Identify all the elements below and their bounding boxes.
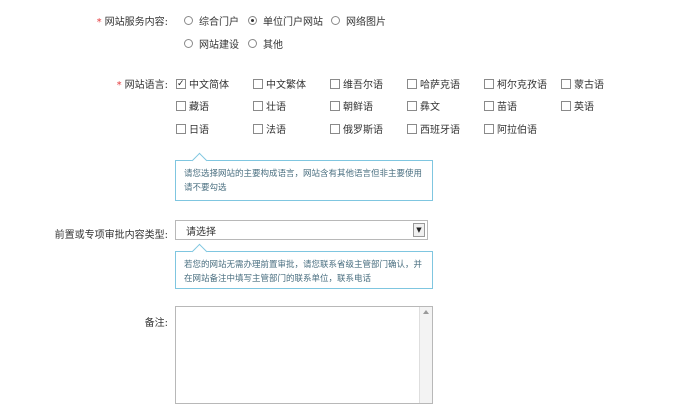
radio-circle-icon <box>331 16 340 25</box>
checkbox-language-9[interactable]: 彝文 <box>407 98 440 113</box>
radio-service-3[interactable]: 网站建设 <box>184 36 239 51</box>
tip-text-line: 请您选择网站的主要构成语言，网站含有其他语言但非主要使用 <box>184 169 423 179</box>
tip-text-line: 在网站备注中填写主管部门的联系单位，联系电话 <box>184 274 372 284</box>
language-label: * 网站语言: <box>116 80 168 91</box>
checkbox-language-11[interactable]: 英语 <box>561 98 594 113</box>
checkbox-language-6[interactable]: 藏语 <box>176 98 209 113</box>
remark-scrollbar[interactable] <box>419 307 432 403</box>
radio-selected-icon <box>248 16 257 25</box>
radio-circle-icon <box>248 39 257 48</box>
radio-service-1[interactable]: 单位门户网站 <box>248 13 323 28</box>
required-mark: * <box>116 80 122 91</box>
radio-service-4[interactable]: 其他 <box>248 36 283 51</box>
checkbox-icon <box>253 78 263 89</box>
language-tip: 请您选择网站的主要构成语言，网站含有其他语言但非主要使用 请不要勾选 <box>175 152 433 201</box>
service-label: * 网站服务内容: <box>96 17 168 28</box>
approval-tip: 若您的网站无需办理前置审批，请您联系省级主管部门确认，并 在网站备注中填写主管部… <box>175 243 433 289</box>
radio-circle-icon <box>184 16 193 25</box>
radio-circle-icon <box>184 39 193 48</box>
radio-service-2[interactable]: 网络图片 <box>331 13 386 28</box>
checkbox-icon <box>330 123 340 134</box>
tip-arrow-icon <box>191 243 208 260</box>
checkbox-icon <box>484 78 494 89</box>
approval-label: 前置或专项审批内容类型: <box>54 230 168 241</box>
checkbox-icon <box>407 123 417 134</box>
checkbox-language-16[interactable]: 阿拉伯语 <box>484 121 537 136</box>
checkbox-icon <box>407 78 417 89</box>
checkbox-language-7[interactable]: 壮语 <box>253 98 286 113</box>
checkbox-checked-icon <box>176 78 186 89</box>
remark-textarea[interactable] <box>175 306 433 404</box>
checkbox-icon <box>253 100 263 111</box>
remark-label: 备注: <box>144 318 168 329</box>
checkbox-icon <box>561 100 571 111</box>
tip-text-line: 请不要勾选 <box>184 183 227 193</box>
checkbox-language-3[interactable]: 哈萨克语 <box>407 76 460 91</box>
checkbox-language-13[interactable]: 法语 <box>253 121 286 136</box>
tip-arrow-icon <box>191 152 208 169</box>
tip-text-line: 若您的网站无需办理前置审批，请您联系省级主管部门确认，并 <box>184 260 423 270</box>
checkbox-language-0[interactable]: 中文简体 <box>176 76 229 91</box>
radio-service-0[interactable]: 综合门户 <box>184 13 239 28</box>
checkbox-icon <box>176 100 186 111</box>
checkbox-icon <box>330 78 340 89</box>
checkbox-icon <box>176 123 186 134</box>
checkbox-language-10[interactable]: 苗语 <box>484 98 517 113</box>
checkbox-icon <box>330 100 340 111</box>
checkbox-icon <box>253 123 263 134</box>
checkbox-icon <box>407 100 417 111</box>
approval-type-select[interactable]: 请选择 ▼ <box>175 220 428 240</box>
checkbox-language-14[interactable]: 俄罗斯语 <box>330 121 383 136</box>
checkbox-icon <box>484 100 494 111</box>
checkbox-language-5[interactable]: 蒙古语 <box>561 76 604 91</box>
required-mark: * <box>96 17 102 28</box>
scroll-up-icon[interactable] <box>423 310 429 314</box>
checkbox-language-12[interactable]: 日语 <box>176 121 209 136</box>
checkbox-language-15[interactable]: 西班牙语 <box>407 121 460 136</box>
select-value: 请选择 <box>186 226 216 238</box>
checkbox-language-1[interactable]: 中文繁体 <box>253 76 306 91</box>
checkbox-language-8[interactable]: 朝鲜语 <box>330 98 373 113</box>
dropdown-arrow-icon[interactable]: ▼ <box>413 223 425 237</box>
checkbox-language-2[interactable]: 维吾尔语 <box>330 76 383 91</box>
checkbox-language-4[interactable]: 柯尔克孜语 <box>484 76 547 91</box>
checkbox-icon <box>484 123 494 134</box>
checkbox-icon <box>561 78 571 89</box>
